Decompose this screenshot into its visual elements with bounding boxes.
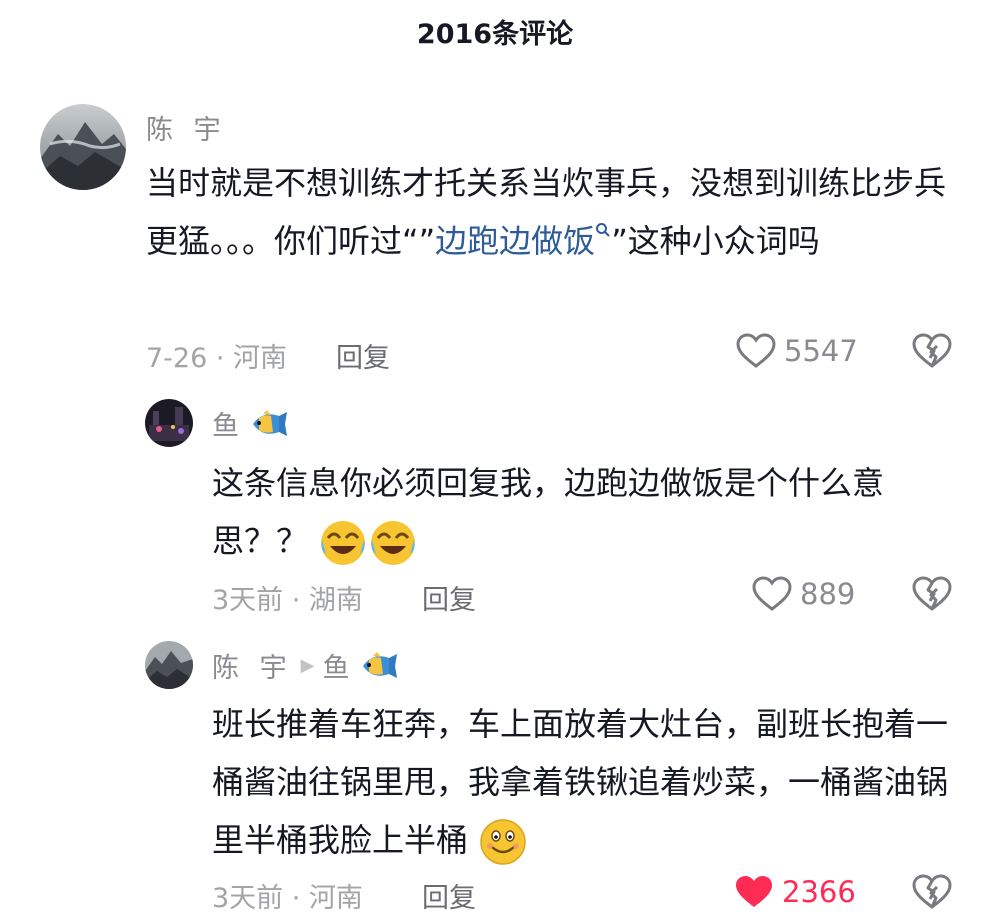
avatar[interactable] [145, 641, 193, 689]
dislike-button[interactable] [912, 576, 952, 616]
comment-meta: 7-26 · 河南 [146, 343, 288, 374]
laughing-crying-emoji-icon [371, 521, 416, 565]
fish-emoji-icon [363, 651, 398, 678]
comment-username[interactable]: 陈 宇 [146, 108, 227, 147]
fish-emoji-icon [253, 409, 287, 436]
like-button[interactable]: 2366 [734, 874, 856, 910]
comments-count-title: 2016条评论 [416, 18, 574, 50]
comment-username[interactable]: 鱼 [212, 404, 289, 443]
comment-text: 这条信息你必须回复我，边跑边做饭是个什么意思？？ [212, 454, 962, 570]
broken-heart-icon [912, 576, 952, 611]
dislike-button[interactable] [912, 333, 952, 373]
like-count: 2366 [782, 875, 856, 909]
comment-meta: 3天前 · 河南 [212, 883, 363, 914]
grin-emoji-icon [480, 819, 526, 865]
reply-arrow-icon: ▶ [300, 655, 315, 676]
comment-text: 当时就是不想训练才托关系当炊事兵，没想到训练比步兵更猛。。。你们听过“”边跑边做… [146, 154, 966, 270]
search-keyword-link[interactable]: 边跑边做饭 [435, 222, 611, 260]
like-button[interactable]: 889 [752, 576, 855, 612]
like-button[interactable]: 5547 [736, 333, 858, 369]
dislike-button[interactable] [912, 874, 952, 914]
comment-text: 班长推着车狂奔，车上面放着大灶台，副班长抱着一桶酱油往锅里甩，我拿着铁锹追着炒菜… [212, 695, 962, 869]
comment-meta: 3天前 · 湖南 [212, 585, 363, 616]
like-count: 5547 [784, 334, 858, 368]
search-icon [596, 223, 610, 237]
avatar[interactable] [145, 399, 193, 447]
reply-button[interactable]: 回复 [336, 336, 390, 375]
reply-to-username[interactable]: 鱼 [322, 646, 355, 685]
comment-username[interactable]: 陈 宇 ▶ 鱼 [212, 646, 399, 685]
reply-button[interactable]: 回复 [422, 578, 476, 617]
heart-icon [752, 576, 792, 611]
comment-text-after: ”这种小众词吗 [611, 222, 820, 260]
heart-icon [736, 333, 776, 368]
broken-heart-icon [912, 333, 952, 368]
heart-filled-icon [736, 876, 772, 907]
avatar[interactable] [40, 104, 126, 190]
reply-button[interactable]: 回复 [422, 876, 476, 915]
like-count: 889 [800, 577, 856, 611]
broken-heart-icon [912, 874, 952, 909]
laughing-crying-emoji-icon [321, 521, 366, 565]
